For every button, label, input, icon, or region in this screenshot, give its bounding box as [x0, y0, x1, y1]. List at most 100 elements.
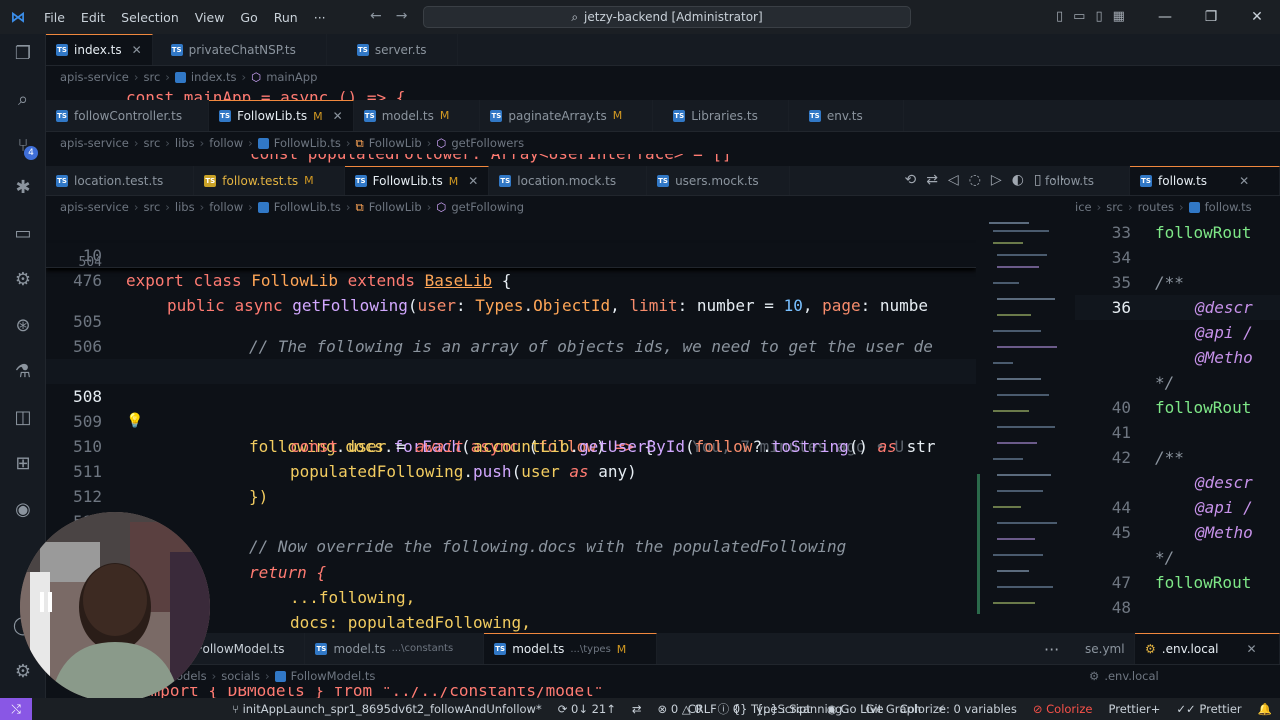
tab-server-ts[interactable]: TS server.ts — [327, 34, 458, 65]
tab-followlib-ts[interactable]: TS FollowLib.ts M ✕ — [209, 100, 354, 131]
tab-model-ts[interactable]: TS model.ts M — [354, 100, 481, 131]
tab-env-ts[interactable]: TS env.ts — [789, 100, 904, 131]
tab-location-mock-ts[interactable]: TS location.mock.ts — [489, 166, 648, 195]
colorize-variables[interactable]: Colorize: 0 variables — [892, 702, 1025, 716]
close-tab-icon[interactable]: ✕ — [1247, 642, 1257, 656]
tab-users-mock-ts[interactable]: TS users.mock.ts — [647, 166, 790, 195]
minimap[interactable] — [977, 218, 1065, 632]
close-tab-icon[interactable]: ✕ — [333, 109, 343, 123]
code-line-513: 513 // Now override the following.docs w… — [73, 512, 847, 556]
env-file-icon: ⚙ — [1145, 642, 1156, 656]
menu-bar: File Edit Selection View Go Run ··· — [36, 10, 334, 25]
menu-file[interactable]: File — [36, 10, 73, 25]
tab-location-test-ts[interactable]: TS location.test.ts — [46, 166, 195, 195]
error-icon: ⊗ — [657, 702, 671, 716]
editor-group-3-tabs: TS location.test.ts TS follow.test.ts M TS F… — [46, 166, 1075, 196]
sync-indicator[interactable]: ⟳ 0↓ 21↑ — [550, 702, 624, 716]
minimize-icon[interactable]: — — [1142, 9, 1188, 25]
tab-paginatearray-ts[interactable]: TS paginateArray.ts M — [480, 100, 654, 131]
menu-view[interactable]: View — [187, 10, 233, 25]
status-bar: ⤭ ⑂ initAppLaunch_spr1_8695dv6t2_followA… — [0, 698, 1280, 720]
tab-libraries-ts[interactable]: TS Libraries.ts — [653, 100, 789, 131]
method-icon: ⬡ — [436, 136, 447, 150]
extensions-grid-icon[interactable]: ⊞ — [11, 452, 35, 476]
tab-model-ts-types[interactable]: TS model.ts ...\types M — [484, 633, 658, 664]
code-line-508-current: 508 💡 following.docs.forEach(async (foll… — [46, 359, 976, 456]
code-line-509: 509 const user = await accountLib.getUse… — [46, 384, 976, 456]
breadcrumb-group-2: apis-service › src › libs › follow › FollowL… — [46, 132, 1280, 154]
braces-icon: {} — [732, 702, 752, 716]
typescript-file-icon: TS — [170, 43, 183, 56]
typescript-file-icon: TS — [657, 174, 670, 187]
notifications-bell-icon[interactable]: 🔔 — [1250, 702, 1280, 716]
git-compare-status[interactable]: ⇄ — [624, 702, 650, 716]
tab-se-yml[interactable]: se.yml — [1075, 633, 1135, 664]
menu-selection[interactable]: Selection — [113, 10, 187, 25]
extensions-icon[interactable]: ⚙ — [11, 268, 35, 292]
back-arrow-icon[interactable]: ← — [370, 8, 382, 24]
close-window-icon[interactable]: ✕ — [1234, 9, 1280, 25]
test-file-icon: TS — [204, 174, 217, 187]
toggle-panel-icon[interactable]: ▭ — [1073, 9, 1085, 24]
debug-icon[interactable]: ✱ — [11, 176, 35, 200]
remote-explorer-icon[interactable]: ▭ — [11, 222, 35, 246]
tab-privatechatnsp-ts[interactable]: TS privateChatNSP.ts — [153, 34, 327, 65]
typescript-file-icon: TS — [808, 109, 821, 122]
toggle-sidebar-icon[interactable]: ▯ — [1056, 9, 1063, 24]
language-mode[interactable]: {} TypeScript — [725, 702, 819, 716]
tab-follow-ts[interactable]: TS follow.ts ✕ — [1130, 166, 1280, 195]
command-center-search[interactable]: ⌕ jetzy-backend [Administrator] — [423, 6, 911, 28]
tab-followcontroller-ts[interactable]: TS followController.ts — [46, 100, 210, 131]
git-graph-icon[interactable]: ⊛ — [11, 314, 35, 338]
split-editor-icon[interactable]: ▯ — [1034, 172, 1042, 188]
colorize-toggle[interactable]: ⊘ Colorize — [1025, 702, 1101, 716]
close-tab-icon[interactable]: ✕ — [1239, 174, 1249, 188]
tab-follow-test-ts[interactable]: TS follow.test.ts M — [194, 166, 345, 195]
open-changes-icon[interactable]: ◐ — [1012, 172, 1024, 188]
toggle-secondary-sidebar-icon[interactable]: ▯ — [1095, 9, 1102, 24]
menu-go[interactable]: Go — [232, 10, 265, 25]
tab-followlib-ts-main[interactable]: TS FollowLib.ts M ✕ — [344, 166, 490, 195]
go-live-button[interactable]: ◉ Go Live — [819, 702, 892, 716]
tab-follow-ts-partial[interactable]: follow.ts — [1045, 166, 1130, 195]
prettier-button[interactable]: ✓✓ Prettier — [1168, 702, 1249, 716]
no-entry-icon: ⊘ — [1032, 702, 1047, 716]
group-2-code-peek: const populatedFollower: Array<UserInter… — [46, 154, 1280, 166]
typescript-file-icon — [274, 670, 286, 682]
menu-run[interactable]: Run — [266, 10, 306, 25]
menu-edit[interactable]: Edit — [73, 10, 113, 25]
eol-selector[interactable]: CRLF — [680, 702, 725, 716]
testing-icon[interactable]: ⚗ — [11, 360, 35, 384]
tab-env-local[interactable]: ⚙ .env.local ✕ — [1135, 633, 1280, 664]
database-icon[interactable]: ◉ — [11, 498, 35, 522]
group-1-code-peek: const mainApp = async () => { — [46, 88, 1280, 100]
class-icon: ⧉ — [355, 135, 364, 150]
customize-layout-icon[interactable]: ▦ — [1113, 9, 1125, 24]
manage-gear-icon[interactable]: ⚙ — [11, 660, 35, 684]
close-tab-icon[interactable]: ✕ — [468, 174, 478, 188]
tab-index-ts[interactable]: TS index.ts ✕ — [46, 34, 153, 65]
remote-indicator-icon[interactable]: ⤭ — [0, 698, 32, 720]
menu-more[interactable]: ··· — [306, 10, 334, 25]
git-compare-icon[interactable]: ⇄ — [926, 172, 938, 188]
typescript-file-icon: TS — [219, 110, 232, 122]
tab-model-ts-constants[interactable]: TS model.ts ...\constants — [305, 633, 485, 664]
code-line-504-partial: 504 — [78, 255, 102, 270]
restore-icon[interactable]: ❐ — [1188, 9, 1234, 25]
right-code-editor[interactable]: 33 followRout 34 35/** 36 @descr @api / @M… — [1075, 218, 1280, 632]
breadcrumb-group-1: apis-service › src › index.ts › ⬡ mainApp — [46, 66, 1280, 88]
forward-arrow-icon[interactable]: → — [396, 8, 408, 24]
go-forward-icon[interactable]: ▷ — [991, 172, 1002, 188]
explorer-icon[interactable]: ❐ — [11, 42, 35, 66]
prettier-plus-button[interactable]: Prettier+ — [1100, 702, 1168, 716]
dot-icon[interactable]: ◌ — [969, 172, 981, 188]
breadcrumb-right: ice › src › routes › follow.ts — [1075, 196, 1280, 218]
timeline-icon[interactable]: ⟲ — [904, 172, 916, 188]
close-tab-icon[interactable]: ✕ — [132, 43, 142, 57]
typescript-file-icon: TS — [315, 642, 328, 655]
go-back-icon[interactable]: ◁ — [948, 172, 959, 188]
search-icon[interactable]: ⌕ — [11, 88, 35, 112]
branch-indicator[interactable]: ⑂ initAppLaunch_spr1_8695dv6t2_followAnd… — [32, 702, 550, 716]
more-actions-icon[interactable]: ··· — [1044, 640, 1059, 659]
docker-icon[interactable]: ◫ — [11, 406, 35, 430]
